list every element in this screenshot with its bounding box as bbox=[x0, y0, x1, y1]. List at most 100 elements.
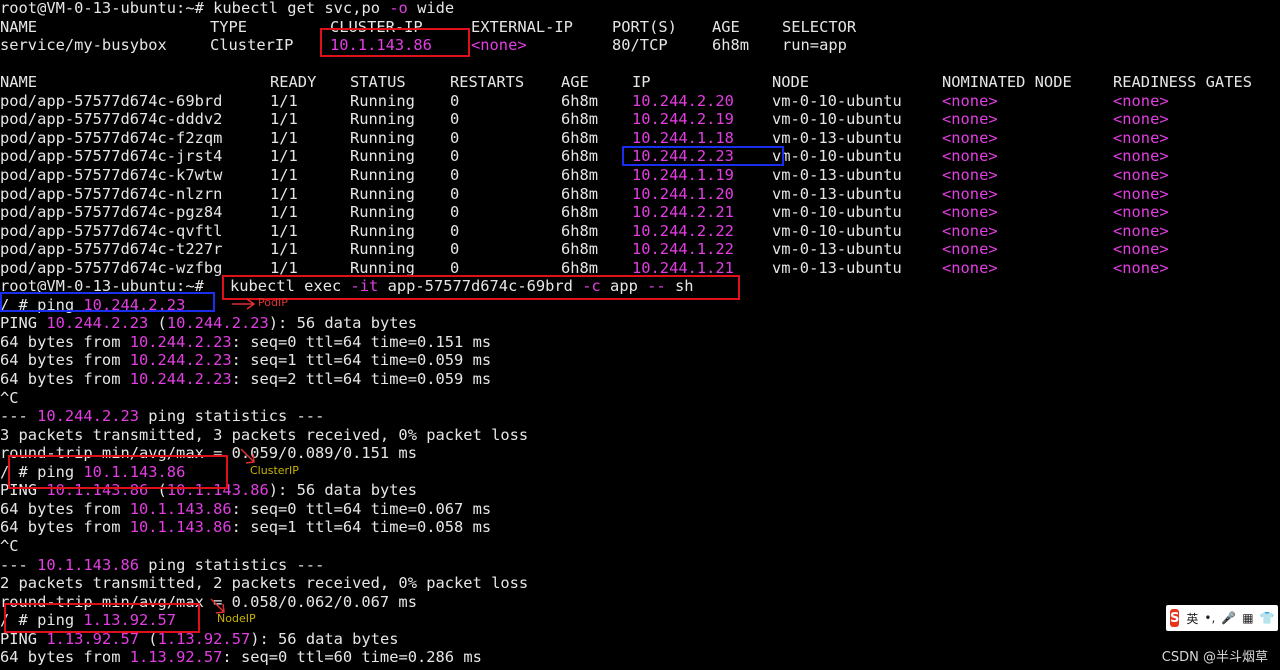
pod-cell: 0 bbox=[450, 184, 460, 203]
pod-cell: vm-0-10-ubuntu bbox=[772, 110, 902, 129]
svc-header: TYPE bbox=[210, 17, 248, 36]
pod-cell: Running bbox=[350, 110, 415, 129]
pod-cell: vm-0-10-ubuntu bbox=[772, 147, 902, 166]
pod-cell: <none> bbox=[942, 184, 998, 203]
pod-cell: 1/1 bbox=[270, 147, 298, 166]
ping-command: / # ping 10.1.143.86 bbox=[0, 462, 186, 481]
pod-cell: Running bbox=[350, 184, 415, 203]
exec-prompt: root@VM-0-13-ubuntu:~# bbox=[0, 277, 214, 296]
pod-header: READY bbox=[270, 73, 317, 92]
pod-cell: <none> bbox=[1113, 184, 1169, 203]
svc-cell: 6h8m bbox=[712, 36, 750, 55]
pod-cell: vm-0-13-ubuntu bbox=[772, 258, 902, 277]
ping-header: PING 10.1.143.86 (10.1.143.86): 56 data … bbox=[0, 481, 418, 500]
pod-cell: 10.244.1.18 bbox=[632, 128, 734, 147]
pod-cell: pod/app-57577d674c-qvftl bbox=[0, 221, 223, 240]
pod-cell: 6h8m bbox=[561, 258, 599, 277]
ping-reply: 64 bytes from 10.1.143.86: seq=1 ttl=64 … bbox=[0, 518, 492, 537]
pod-cell: Running bbox=[350, 240, 415, 259]
ping-command: / # ping 1.13.92.57 bbox=[0, 611, 177, 630]
pod-cell: 10.244.1.21 bbox=[632, 258, 734, 277]
pod-cell: pod/app-57577d674c-nlzrn bbox=[0, 184, 223, 203]
command-text: root@VM-0-13-ubuntu:~# kubectl get svc,p… bbox=[0, 0, 455, 17]
pod-cell: 0 bbox=[450, 240, 460, 259]
terminal-window[interactable]: root@VM-0-13-ubuntu:~# kubectl get svc,p… bbox=[0, 0, 1280, 670]
pod-cell: 0 bbox=[450, 221, 460, 240]
pod-cell: pod/app-57577d674c-69brd bbox=[0, 91, 223, 110]
pod-cell: pod/app-57577d674c-wzfbg bbox=[0, 258, 223, 277]
pod-cell: Running bbox=[350, 203, 415, 222]
pod-cell: Running bbox=[350, 258, 415, 277]
pod-header: NODE bbox=[772, 73, 810, 92]
pod-cell: 6h8m bbox=[561, 128, 599, 147]
pod-cell: 6h8m bbox=[561, 221, 599, 240]
pod-cell: 10.244.1.19 bbox=[632, 165, 734, 184]
pod-header: AGE bbox=[561, 73, 589, 92]
pod-cell: 10.244.2.19 bbox=[632, 110, 734, 129]
pod-cell: vm-0-10-ubuntu bbox=[772, 91, 902, 110]
pod-cell: Running bbox=[350, 221, 415, 240]
ime-toolbar[interactable]: S 英 •, 🎤 ▦ 👕 ⋮⋮ bbox=[1166, 605, 1278, 631]
sogou-logo-icon[interactable]: S bbox=[1170, 609, 1180, 627]
pod-cell: <none> bbox=[1113, 165, 1169, 184]
svc-cell: <none> bbox=[471, 36, 527, 55]
svc-header: SELECTOR bbox=[782, 17, 857, 36]
pod-cell: <none> bbox=[1113, 110, 1169, 129]
pod-cell: 1/1 bbox=[270, 258, 298, 277]
svc-header: CLUSTER-IP bbox=[330, 17, 423, 36]
stats-packets: 3 packets transmitted, 3 packets receive… bbox=[0, 425, 529, 444]
pod-cell: <none> bbox=[942, 203, 998, 222]
pod-cell: pod/app-57577d674c-jrst4 bbox=[0, 147, 223, 166]
pod-cell: <none> bbox=[1113, 258, 1169, 277]
pod-cell: Running bbox=[350, 128, 415, 147]
pod-cell: pod/app-57577d674c-k7wtw bbox=[0, 165, 223, 184]
ping-reply: 64 bytes from 10.244.2.23: seq=0 ttl=64 … bbox=[0, 332, 492, 351]
pod-cell: 1/1 bbox=[270, 128, 298, 147]
pod-cell: 10.244.2.21 bbox=[632, 203, 734, 222]
podip-arrow-icon bbox=[232, 298, 256, 310]
svc-cell: 10.1.143.86 bbox=[330, 36, 432, 55]
pod-cell: 6h8m bbox=[561, 184, 599, 203]
ime-keyboard-icon[interactable]: ▦ bbox=[1242, 611, 1253, 625]
pod-cell: <none> bbox=[942, 240, 998, 259]
pod-cell: <none> bbox=[942, 91, 998, 110]
svc-header: AGE bbox=[712, 17, 740, 36]
ping-reply: 64 bytes from 10.244.2.23: seq=2 ttl=64 … bbox=[0, 370, 492, 388]
stats-rtt: round-trip min/avg/max = 0.059/0.089/0.1… bbox=[0, 444, 417, 463]
pod-cell: <none> bbox=[1113, 203, 1169, 222]
ping-reply: 64 bytes from 10.244.2.23: seq=1 ttl=64 … bbox=[0, 351, 492, 370]
pod-cell: <none> bbox=[942, 128, 998, 147]
ime-punctuation-icon[interactable]: •, bbox=[1204, 611, 1215, 625]
pod-cell: <none> bbox=[942, 147, 998, 166]
ping-header: PING 1.13.92.57 (1.13.92.57): 56 data by… bbox=[0, 629, 399, 648]
nodeip-annotation: NodeIP bbox=[217, 612, 256, 625]
pod-cell: 0 bbox=[450, 110, 460, 129]
ime-lang-toggle[interactable]: 英 bbox=[1186, 610, 1198, 627]
ime-mic-icon[interactable]: 🎤 bbox=[1221, 611, 1236, 625]
pod-cell: 1/1 bbox=[270, 221, 298, 240]
ping-header: PING 10.244.2.23 (10.244.2.23): 56 data … bbox=[0, 314, 418, 333]
svc-cell: ClusterIP bbox=[210, 36, 294, 55]
pod-cell: 0 bbox=[450, 91, 460, 110]
pod-cell: 0 bbox=[450, 258, 460, 277]
svc-cell: service/my-busybox bbox=[0, 36, 167, 55]
pod-cell: 10.244.1.20 bbox=[632, 184, 734, 203]
pod-header: RESTARTS bbox=[450, 73, 525, 92]
pod-cell: <none> bbox=[942, 221, 998, 240]
pod-cell: 10.244.2.20 bbox=[632, 91, 734, 110]
pod-cell: 10.244.2.23 bbox=[632, 147, 734, 166]
pod-header: IP bbox=[632, 73, 651, 92]
pod-cell: 6h8m bbox=[561, 165, 599, 184]
pod-cell: 6h8m bbox=[561, 147, 599, 166]
ime-skin-icon[interactable]: 👕 bbox=[1260, 611, 1275, 625]
pod-cell: Running bbox=[350, 91, 415, 110]
stats-title: --- 10.1.143.86 ping statistics --- bbox=[0, 555, 325, 574]
pod-cell: vm-0-10-ubuntu bbox=[772, 221, 902, 240]
pod-cell: 6h8m bbox=[561, 240, 599, 259]
pod-header: NAME bbox=[0, 73, 38, 92]
pod-cell: <none> bbox=[1113, 147, 1169, 166]
ping-command: / # ping 10.244.2.23 bbox=[0, 295, 186, 314]
pod-cell: pod/app-57577d674c-pgz84 bbox=[0, 203, 223, 222]
pod-cell: pod/app-57577d674c-f2zqm bbox=[0, 128, 223, 147]
pod-cell: 1/1 bbox=[270, 240, 298, 259]
